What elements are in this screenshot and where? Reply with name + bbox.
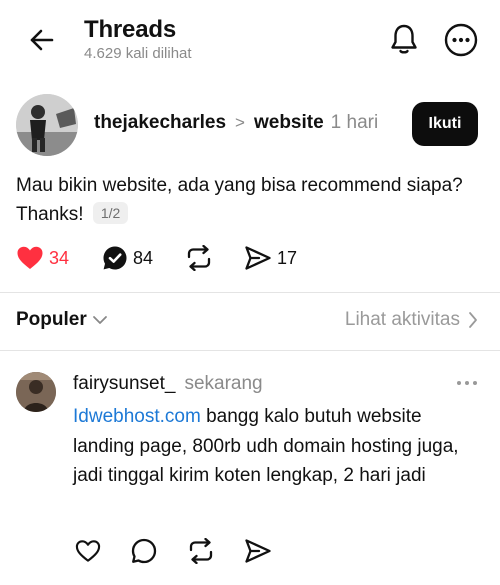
sort-label: Populer (16, 309, 87, 330)
heart-filled-icon (17, 246, 43, 269)
view-count: 4.629 kali dilihat (84, 45, 192, 62)
post-author-line: thejakecharles > website 1 hari (94, 112, 378, 134)
chevron-down-icon (92, 316, 107, 324)
chevron-right-icon (469, 312, 477, 328)
share-button[interactable]: 17 (244, 243, 297, 273)
repost-icon[interactable] (186, 536, 216, 566)
send-icon (245, 246, 271, 270)
comment-button[interactable]: 84 (102, 243, 153, 273)
heart-icon[interactable] (73, 536, 103, 566)
share-count: 17 (277, 247, 298, 268)
author-avatar[interactable] (16, 94, 78, 156)
reply-more-icon[interactable] (452, 372, 482, 394)
like-count: 34 (49, 247, 70, 268)
reply-avatar[interactable] (16, 372, 56, 412)
divider (0, 350, 500, 351)
reply-author-line: fairysunset_ sekarang (73, 373, 263, 395)
reply-username[interactable]: fairysunset_ (73, 373, 175, 395)
divider (0, 292, 500, 293)
follow-button[interactable]: Ikuti (412, 102, 478, 146)
page-badge: 1/2 (92, 202, 129, 224)
reply-body: Idwebhost.com bangg kalo butuh website l… (73, 402, 483, 491)
comment-count: 84 (133, 247, 154, 268)
sort-dropdown[interactable]: Populer (16, 309, 108, 331)
activity-label: Lihat aktivitas (344, 309, 460, 330)
send-icon[interactable] (243, 536, 273, 566)
comment-check-icon (103, 246, 127, 270)
back-arrow-icon[interactable] (26, 24, 58, 56)
reply-time: sekarang (184, 373, 263, 394)
more-circle-icon[interactable] (442, 21, 480, 59)
author-username[interactable]: thejakecharles (94, 112, 226, 134)
page-title: Threads (84, 16, 176, 43)
post-text: Mau bikin website, ada yang bisa recomme… (16, 175, 463, 225)
like-button[interactable]: 34 (16, 243, 69, 273)
repost-button[interactable] (185, 243, 218, 273)
comment-icon[interactable] (129, 536, 159, 566)
bell-icon[interactable] (386, 20, 422, 58)
repost-icon (187, 245, 211, 271)
post-time: 1 hari (330, 112, 379, 133)
topic-separator: > (235, 113, 245, 132)
reply-link[interactable]: Idwebhost.com (73, 406, 201, 427)
post-body: Mau bikin website, ada yang bisa recomme… (16, 171, 486, 229)
topic-tag[interactable]: website (254, 112, 324, 134)
view-activity-link[interactable]: Lihat aktivitas (345, 309, 478, 331)
